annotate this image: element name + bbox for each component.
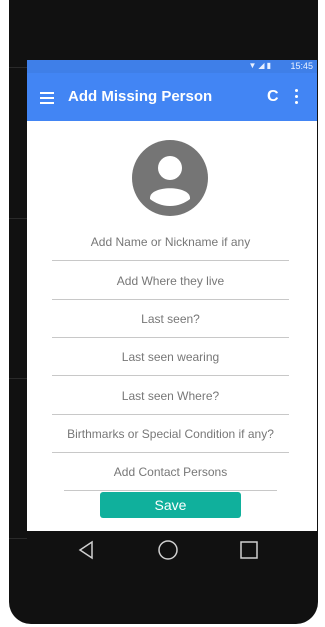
bezel-line xyxy=(9,538,27,539)
page-title: Add Missing Person xyxy=(68,88,213,105)
bezel-line xyxy=(9,67,27,68)
status-time: 15:45 xyxy=(290,61,313,71)
refresh-icon[interactable]: C xyxy=(267,88,283,106)
last-seen-where-field[interactable] xyxy=(52,378,289,415)
bezel-line xyxy=(9,218,27,219)
residence-field[interactable] xyxy=(52,263,289,300)
save-button[interactable]: Save xyxy=(100,492,241,518)
system-navigation-bar xyxy=(27,531,317,571)
app-toolbar: Add Missing Person C xyxy=(27,73,317,121)
last-seen-wearing-field[interactable] xyxy=(52,339,289,376)
circle-home-icon[interactable] xyxy=(155,537,181,563)
triangle-back-icon[interactable] xyxy=(74,537,100,563)
last-seen-field[interactable] xyxy=(52,301,289,338)
square-recents-icon[interactable] xyxy=(236,537,262,563)
app-screen: ▼◢▮ 15:45 Add Missing Person C Save xyxy=(27,60,317,531)
avatar-placeholder-icon[interactable] xyxy=(132,140,208,216)
hamburger-icon[interactable] xyxy=(40,92,54,104)
status-bar: ▼◢▮ 15:45 xyxy=(27,60,317,73)
more-vert-icon[interactable] xyxy=(292,88,300,106)
status-icons: ▼◢▮ xyxy=(248,61,273,70)
bezel-line xyxy=(9,378,27,379)
birthmarks-field[interactable] xyxy=(52,416,289,453)
name-field[interactable] xyxy=(52,224,289,261)
contact-persons-field[interactable] xyxy=(64,454,277,491)
